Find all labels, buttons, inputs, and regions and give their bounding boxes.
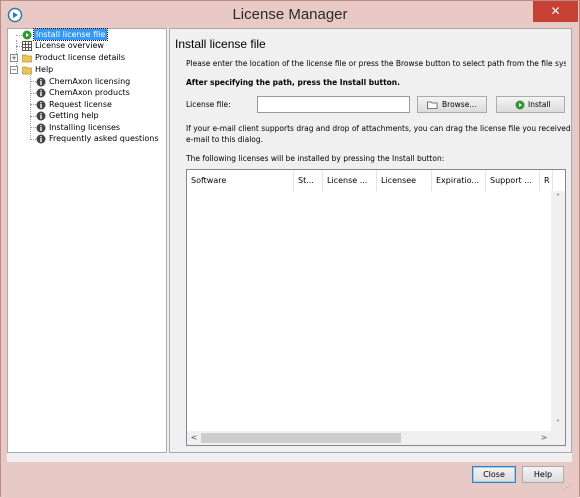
tree-line [30, 75, 31, 140]
tree-item-license-overview[interactable]: License overview [22, 40, 162, 52]
install-button[interactable]: Install [496, 96, 565, 113]
vertical-scrollbar[interactable]: ˄ ˅ [551, 191, 565, 431]
info-icon [36, 100, 46, 110]
info-icon [36, 134, 46, 144]
scrollbar-corner [551, 431, 565, 445]
column-header-license[interactable]: License ... [323, 170, 377, 191]
browse-button-label: Browse... [442, 100, 477, 109]
window-close-button[interactable]: ✕ [533, 1, 578, 22]
horizontal-scrollbar[interactable]: < > [187, 431, 551, 445]
tree-item-label: ChemAxon licensing [49, 77, 131, 86]
resize-grip-icon[interactable]: ⋰ [563, 483, 571, 492]
column-header-r[interactable]: R [540, 170, 553, 191]
folder-open-icon [427, 101, 438, 109]
help-button[interactable]: Help [522, 466, 564, 483]
tree-item-label: Install license file [32, 28, 109, 41]
tree-item-getting-help[interactable]: Getting help [36, 110, 161, 122]
info-icon [36, 77, 46, 87]
tree-item-label: Request license [49, 100, 112, 109]
horizontal-scroll-thumb[interactable] [201, 433, 401, 443]
column-header-licensee[interactable]: Licensee [377, 170, 432, 191]
info-icon [36, 88, 46, 98]
following-licenses-text: The following licenses will be installed… [186, 154, 445, 163]
browse-button[interactable]: Browse... [417, 96, 487, 113]
tree-item-chemaxon-products[interactable]: ChemAxon products [36, 87, 161, 99]
tree-item-label: Installing licenses [49, 123, 121, 132]
tree-item-label: Help [35, 65, 54, 74]
instruction-text: Please enter the location of the license… [186, 59, 566, 68]
scroll-right-icon[interactable]: > [537, 433, 551, 442]
folder-icon [22, 66, 32, 75]
dragdrop-text-line2: e-mail to this dialog. [186, 135, 264, 144]
play-green-icon [515, 100, 525, 110]
scroll-left-icon[interactable]: < [187, 433, 201, 442]
page-title: Install license file [175, 37, 266, 51]
scroll-down-icon[interactable]: ˅ [551, 419, 565, 428]
info-icon [36, 111, 46, 121]
tree-item-product-license-details[interactable]: + Product license details [10, 52, 160, 64]
tree-item-label: Getting help [49, 111, 99, 120]
table-header: Software St... License ... Licensee Expi… [187, 170, 553, 191]
collapse-icon[interactable]: − [10, 66, 18, 74]
close-button[interactable]: Close [472, 466, 516, 483]
table-grid-icon [22, 41, 32, 51]
tree-item-help[interactable]: − Help [10, 64, 160, 76]
title-bar[interactable]: License Manager ✕ [1, 1, 579, 29]
folder-icon [22, 54, 32, 63]
tree-item-label: Frequently asked questions [49, 134, 159, 143]
instruction-bold-text: After specifying the path, press the Ins… [186, 78, 400, 87]
tree-item-label: License overview [35, 41, 104, 50]
column-header-status[interactable]: St... [294, 170, 323, 191]
column-header-expiration[interactable]: Expiratio... [432, 170, 486, 191]
tree-item-label: Product license details [35, 53, 126, 62]
scroll-up-icon[interactable]: ˄ [551, 193, 565, 202]
tree-item-faq[interactable]: Frequently asked questions [36, 133, 161, 145]
license-table[interactable]: Software St... License ... Licensee Expi… [186, 169, 566, 446]
info-icon [36, 123, 46, 133]
license-file-label: License file: [186, 100, 231, 109]
column-header-support[interactable]: Support ... [486, 170, 540, 191]
dragdrop-text-line1: If your e-mail client supports drag and … [186, 124, 570, 133]
window-title: License Manager [232, 6, 348, 23]
play-green-icon [22, 30, 32, 40]
tree-item-label: ChemAxon products [49, 88, 130, 97]
column-header-software[interactable]: Software [187, 170, 294, 191]
license-file-input[interactable] [257, 96, 410, 113]
expand-icon[interactable]: + [10, 54, 18, 62]
install-button-label: Install [528, 100, 551, 109]
